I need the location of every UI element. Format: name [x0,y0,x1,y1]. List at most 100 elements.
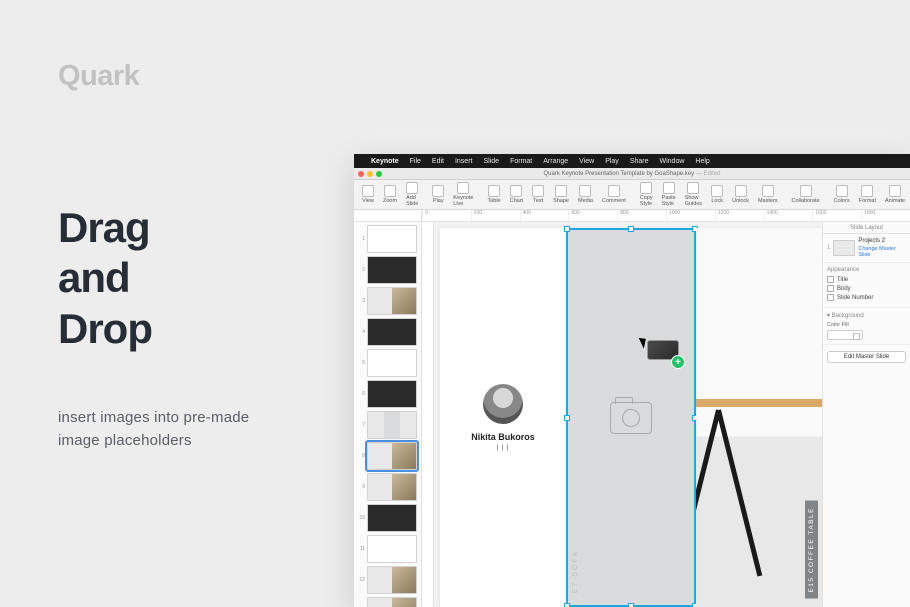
menubar-item[interactable]: Share [630,158,649,165]
format-icon [861,185,873,197]
slide-thumbnail[interactable]: 6 [357,380,418,408]
toolbar-format[interactable]: Format [855,184,880,205]
toolbar-media[interactable]: Media [574,184,597,205]
toolbar-paste-style[interactable]: Paste Style [658,181,680,208]
toolbar-show-guides[interactable]: Show Guides [681,181,706,208]
document-title: Quark Keynote Presentation Template by G… [543,171,720,177]
cursor-icon [639,335,650,348]
masters-icon [762,185,774,197]
menubar-item[interactable]: File [410,158,421,165]
menubar-item[interactable]: Format [510,158,532,165]
slide-thumbnail[interactable]: 5 [357,349,418,377]
colors-icon [836,185,848,197]
master-slide-row[interactable]: 1 Projects 2 Change Master Slide [823,234,910,263]
close-icon[interactable] [358,171,364,177]
toolbar-comment[interactable]: Comment [598,184,630,205]
media-icon [579,185,591,197]
toolbar-view[interactable]: View [358,184,378,205]
slide-thumbnail[interactable]: 12 [357,566,418,594]
mac-menubar[interactable]: Keynote File Edit Insert Slide Format Ar… [354,154,910,168]
table-icon [488,185,500,197]
selection-handle[interactable] [628,603,634,607]
toolbar-add-slide[interactable]: Add Slide [402,181,422,208]
toolbar-zoom[interactable]: Zoom [379,184,401,205]
zoom-icon [384,185,396,197]
menubar-item[interactable]: Insert [455,158,473,165]
camera-icon [610,402,652,434]
selection-handle[interactable] [564,603,570,607]
fill-mode[interactable]: Color Fill [827,322,906,328]
toolbar-text[interactable]: Text [528,184,548,205]
product-image [696,228,822,607]
toolbar-chart[interactable]: Chart [506,184,527,205]
menubar-item[interactable]: Window [660,158,685,165]
color-well[interactable] [827,330,863,340]
minimize-icon[interactable] [367,171,373,177]
inspector-panel: Slide Layout 1 Projects 2 Change Master … [822,222,910,607]
add-slide-icon [406,182,418,194]
slide-thumbnail[interactable]: 2 [357,256,418,284]
toolbar-keynote-live[interactable]: Keynote Live [449,181,477,208]
slide-thumbnail[interactable]: 9 [357,473,418,501]
toolbar-table[interactable]: Table [483,184,504,205]
toolbar-lock[interactable]: Lock [707,184,727,205]
headline: Drag and Drop [58,203,348,354]
slide-thumbnail[interactable]: 4 [357,318,418,346]
slide-thumbnail[interactable]: 8 [357,442,418,470]
toolbar-animate[interactable]: Animate [881,184,909,205]
text-icon [532,185,544,197]
slide-thumbnail[interactable]: 3 [357,287,418,315]
selection-handle[interactable] [628,226,634,232]
collaborate-icon [800,185,812,197]
product-label: E15 COFFEE TABLE [805,501,818,599]
edit-master-button[interactable]: Edit Master Slide [827,351,906,363]
menubar-item[interactable]: Slide [483,158,499,165]
play-icon [432,185,444,197]
slide-thumbnail[interactable]: 7 [357,411,418,439]
selection-handle[interactable] [564,415,570,421]
menubar-app[interactable]: Keynote [371,158,399,165]
slide-navigator[interactable]: 12345678910111213 [354,222,422,607]
checkbox-icon[interactable] [827,294,834,301]
slide-thumbnail[interactable]: 1 [357,225,418,253]
unlock-icon [735,185,747,197]
menubar-item[interactable]: Play [605,158,619,165]
traffic-lights[interactable] [358,171,382,177]
checkbox-icon[interactable] [827,276,834,283]
avatar [483,384,523,424]
toolbar-colors[interactable]: Colors [830,184,854,205]
body-checkbox[interactable]: Body [827,285,906,292]
canvas[interactable]: Nikita Bukoros | | | E7 SOFA [422,222,822,607]
change-master-link[interactable]: Change Master Slide [858,246,906,258]
toolbar-collaborate[interactable]: Collaborate [788,184,824,205]
keynote-window: Keynote File Edit Insert Slide Format Ar… [354,154,910,607]
slide[interactable]: Nikita Bukoros | | | E7 SOFA [440,228,822,607]
author-sub: | | | [496,445,509,451]
toolbar-copy-style[interactable]: Copy Style [636,181,657,208]
inspector-title: Slide Layout [823,222,910,234]
ruler-vertical [422,222,434,607]
menubar-item[interactable]: View [579,158,594,165]
lock-icon [711,185,723,197]
title-checkbox[interactable]: Title [827,276,906,283]
toolbar-play[interactable]: Play [428,184,448,205]
maximize-icon[interactable] [376,171,382,177]
placeholder-label: E7 SOFA [570,548,581,595]
toolbar-shape[interactable]: Shape [549,184,573,205]
slide-thumbnail[interactable]: 13 [357,597,418,607]
selection-handle[interactable] [564,226,570,232]
menubar-item[interactable]: Arrange [543,158,568,165]
paste-style-icon [663,182,675,194]
marketing-panel: Quark Drag and Drop insert images into p… [58,60,348,453]
toolbar-unlock[interactable]: Unlock [728,184,753,205]
checkbox-icon[interactable] [827,285,834,292]
chart-icon [510,185,522,197]
image-placeholder-selected[interactable]: E7 SOFA + [566,228,696,607]
slide-thumbnail[interactable]: 10 [357,504,418,532]
slide-number-checkbox[interactable]: Slide Number [827,294,906,301]
master-name: Projects 2 [858,238,906,244]
toolbar-masters[interactable]: Masters [754,184,782,205]
menubar-item[interactable]: Help [695,158,709,165]
slide-thumbnail[interactable]: 11 [357,535,418,563]
menubar-item[interactable]: Edit [432,158,444,165]
